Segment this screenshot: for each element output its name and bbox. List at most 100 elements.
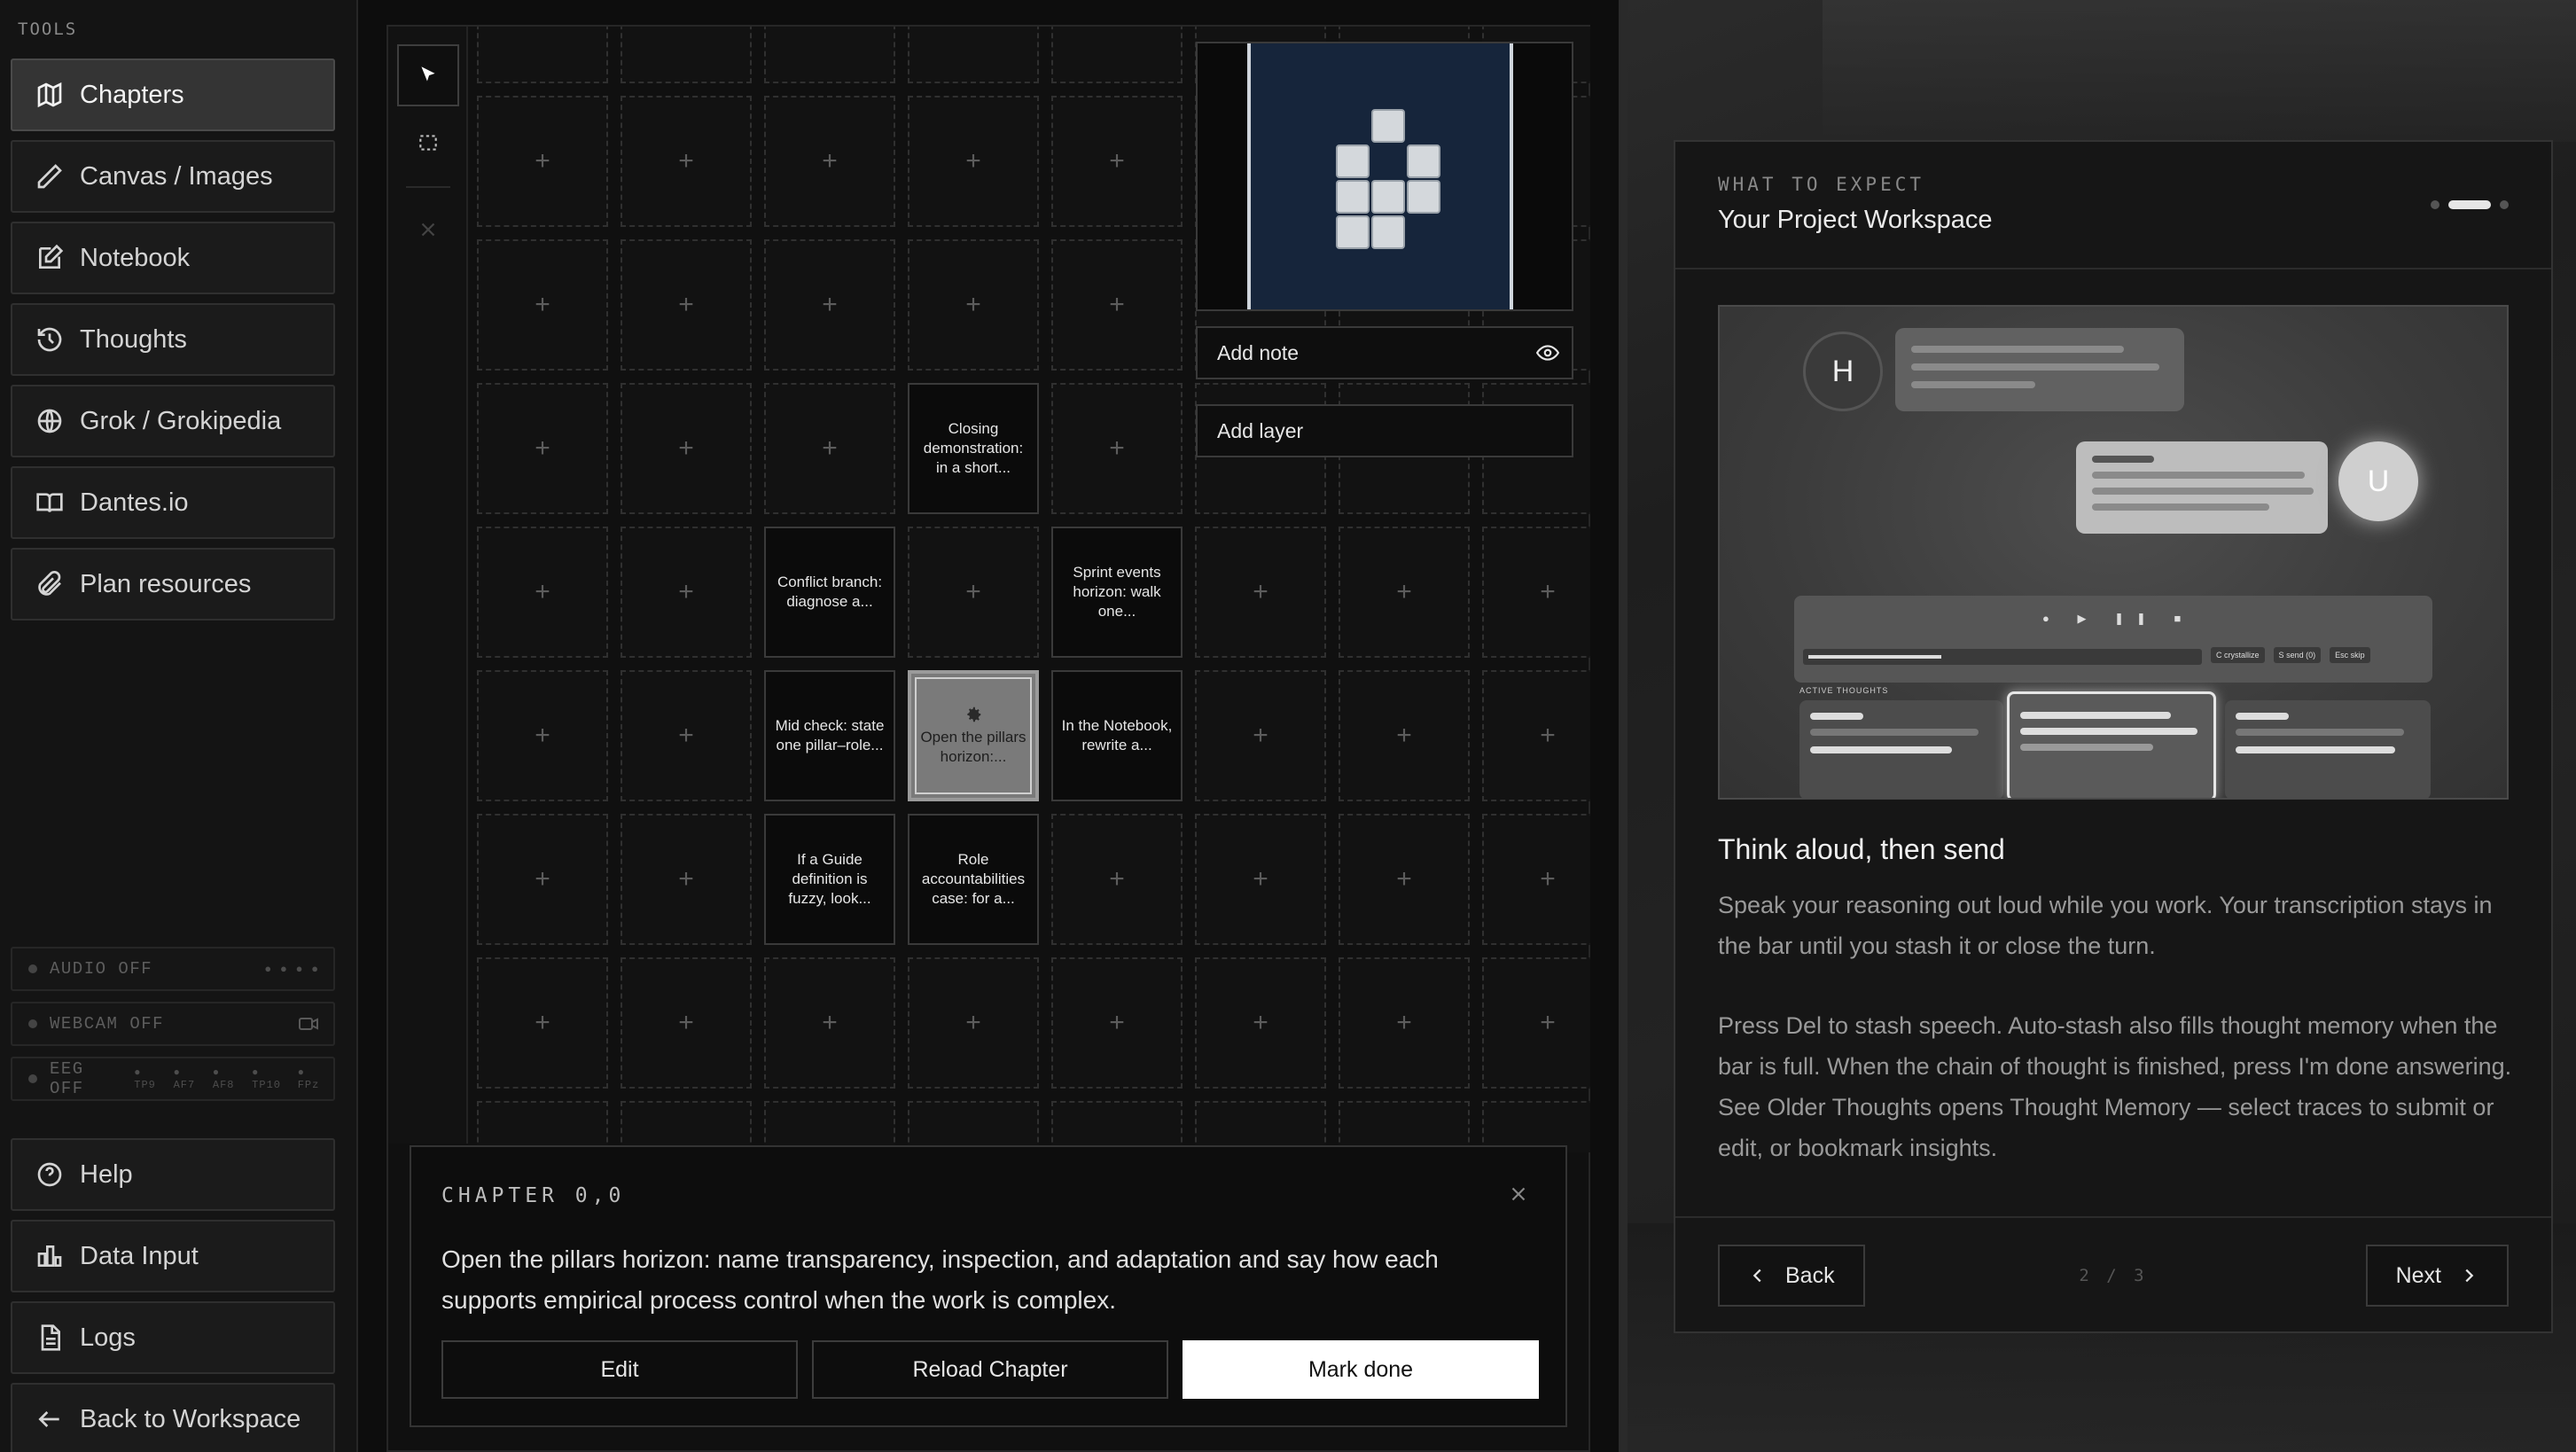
chevron-right-icon: [2465, 1269, 2474, 1283]
plus-icon: +: [1540, 721, 1556, 750]
user-bubble: [2076, 441, 2328, 534]
empty-cell[interactable]: +: [1051, 957, 1183, 1089]
empty-cell[interactable]: +: [1195, 527, 1326, 658]
clear-tool-button[interactable]: [397, 199, 459, 261]
sidebar-item-plan-resources[interactable]: Plan resources: [11, 548, 335, 621]
webcam-status[interactable]: WEBCAM OFF: [11, 1002, 335, 1046]
empty-cell[interactable]: +: [764, 383, 895, 514]
empty-cell[interactable]: +: [1195, 814, 1326, 945]
sidebar-item-chapters[interactable]: Chapters: [11, 59, 335, 131]
eye-icon[interactable]: [1536, 341, 1559, 364]
sidebar-item-thoughts[interactable]: Thoughts: [11, 303, 335, 376]
chapter-node[interactable]: If a Guide definition is fuzzy, look...: [764, 814, 895, 945]
sidebar-item-logs[interactable]: Logs: [11, 1301, 335, 1374]
close-icon[interactable]: [1507, 1183, 1530, 1206]
empty-cell[interactable]: +: [1051, 814, 1183, 945]
empty-cell[interactable]: +: [908, 27, 1039, 83]
chapter-title: CHAPTER 0,0: [441, 1184, 626, 1207]
empty-cell[interactable]: +: [621, 527, 752, 658]
empty-cell[interactable]: +: [1195, 957, 1326, 1089]
eeg-status[interactable]: EEG OFF ● TP9 ● AF7 ● AF8 ● TP10 ● FPz: [11, 1057, 335, 1101]
sidebar-item-notebook[interactable]: Notebook: [11, 222, 335, 294]
plus-icon: +: [535, 27, 550, 33]
add-note-field[interactable]: Add note: [1196, 326, 1573, 379]
sidebar-item-dantes[interactable]: Dantes.io: [11, 466, 335, 539]
empty-cell[interactable]: +: [764, 27, 895, 83]
empty-cell[interactable]: +: [1051, 383, 1183, 514]
image-tile: [1371, 180, 1405, 214]
empty-cell[interactable]: +: [764, 239, 895, 371]
chapter-node[interactable]: Sprint events horizon: walk one...: [1051, 527, 1183, 658]
sidebar-item-grok[interactable]: Grok / Grokipedia: [11, 385, 335, 457]
empty-cell[interactable]: +: [477, 670, 608, 801]
book-icon: [36, 493, 63, 512]
empty-cell[interactable]: +: [621, 96, 752, 227]
add-layer-field[interactable]: Add layer: [1196, 404, 1573, 457]
edit-icon: [39, 244, 64, 269]
history-icon: [37, 327, 62, 352]
chapter-node[interactable]: In the Notebook, rewrite a...: [1051, 670, 1183, 801]
sidebar-item-data-input[interactable]: Data Input: [11, 1220, 335, 1292]
marquee-select-icon: [419, 135, 437, 151]
audio-status[interactable]: AUDIO OFF ● ● ● ●: [11, 947, 335, 991]
empty-cell[interactable]: +: [1339, 527, 1470, 658]
empty-cell[interactable]: +: [908, 96, 1039, 227]
chapter-node-selected[interactable]: Open the pillars horizon:...: [908, 670, 1039, 801]
empty-cell[interactable]: +: [1482, 527, 1590, 658]
empty-cell[interactable]: +: [908, 239, 1039, 371]
select-tool-button[interactable]: [397, 44, 459, 106]
empty-cell[interactable]: +: [1051, 96, 1183, 227]
chapter-node[interactable]: Mid check: state one pillar–role...: [764, 670, 895, 801]
preview-image: [1247, 43, 1513, 309]
empty-cell[interactable]: +: [1195, 670, 1326, 801]
empty-cell[interactable]: +: [1482, 957, 1590, 1089]
empty-cell[interactable]: +: [477, 814, 608, 945]
empty-cell[interactable]: +: [621, 239, 752, 371]
empty-cell[interactable]: +: [621, 27, 752, 83]
plus-icon: +: [535, 433, 550, 463]
chapter-node[interactable]: Role accountabilities case: for a...: [908, 814, 1039, 945]
chapter-node[interactable]: Conflict branch: diagnose a...: [764, 527, 895, 658]
empty-cell[interactable]: +: [621, 957, 752, 1089]
empty-cell[interactable]: +: [477, 96, 608, 227]
empty-cell[interactable]: +: [477, 383, 608, 514]
empty-cell[interactable]: +: [908, 957, 1039, 1089]
next-button[interactable]: Next: [2365, 1245, 2509, 1307]
empty-cell[interactable]: +: [908, 527, 1039, 658]
image-tile: [1371, 215, 1405, 249]
empty-cell[interactable]: +: [1482, 814, 1590, 945]
image-preview[interactable]: [1196, 42, 1573, 311]
marquee-tool-button[interactable]: [397, 112, 459, 174]
empty-cell[interactable]: +: [477, 527, 608, 658]
empty-cell[interactable]: +: [477, 957, 608, 1089]
plus-icon: +: [535, 577, 550, 606]
reload-chapter-button[interactable]: Reload Chapter: [812, 1340, 1168, 1399]
chapter-card: CHAPTER 0,0 Open the pillars horizon: na…: [410, 1145, 1567, 1427]
empty-cell[interactable]: +: [477, 239, 608, 371]
empty-cell[interactable]: +: [621, 814, 752, 945]
empty-cell[interactable]: +: [1339, 670, 1470, 801]
sidebar-item-canvas[interactable]: Canvas / Images: [11, 140, 335, 213]
chapter-node[interactable]: Closing demonstration: in a short...: [908, 383, 1039, 514]
sidebar-item-help[interactable]: Help: [11, 1138, 335, 1211]
empty-cell[interactable]: +: [621, 670, 752, 801]
empty-cell[interactable]: +: [1051, 239, 1183, 371]
back-to-workspace-button[interactable]: Back to Workspace: [11, 1383, 335, 1452]
plus-icon: +: [1253, 577, 1268, 606]
plus-icon: +: [1253, 1008, 1268, 1037]
empty-cell[interactable]: +: [764, 96, 895, 227]
empty-cell[interactable]: +: [1051, 27, 1183, 83]
empty-cell[interactable]: +: [764, 957, 895, 1089]
chapter-node-text: In the Notebook, rewrite a...: [1061, 717, 1173, 753]
empty-cell[interactable]: +: [477, 27, 608, 83]
chapter-node-text: If a Guide definition is fuzzy, look...: [788, 851, 871, 907]
empty-cell[interactable]: +: [1339, 957, 1470, 1089]
edit-button[interactable]: Edit: [441, 1340, 798, 1399]
mark-done-button[interactable]: Mark done: [1183, 1340, 1539, 1399]
active-thoughts-label: ACTIVE THOUGHTS: [1799, 686, 1889, 695]
plus-icon: +: [678, 433, 694, 463]
onboarding-title: Your Project Workspace: [1718, 206, 1993, 234]
empty-cell[interactable]: +: [621, 383, 752, 514]
empty-cell[interactable]: +: [1482, 670, 1590, 801]
empty-cell[interactable]: +: [1339, 814, 1470, 945]
